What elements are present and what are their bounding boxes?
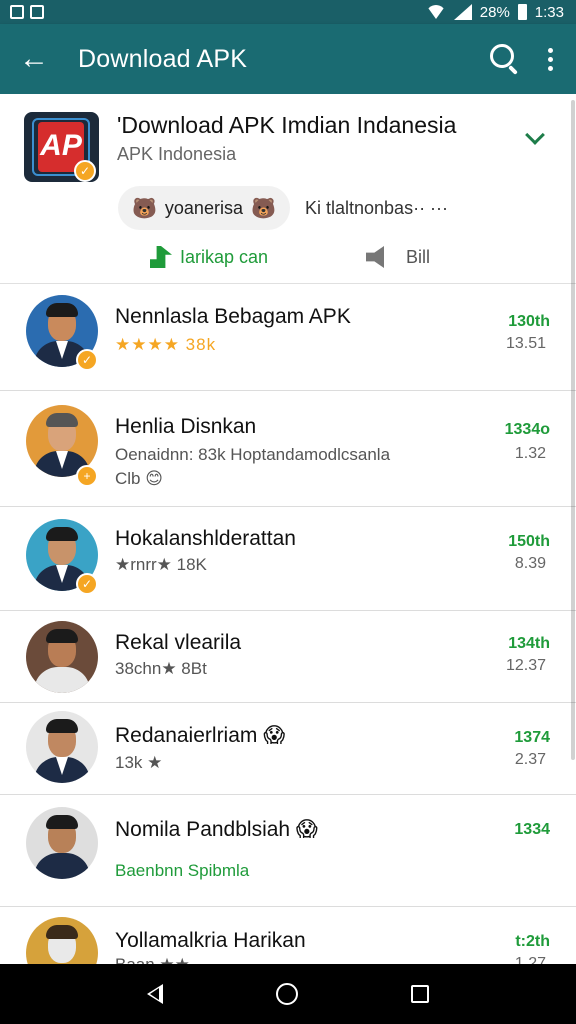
item-count: t:2th: [515, 933, 550, 950]
item-count: 130th: [508, 313, 550, 330]
volume-label: Bill: [406, 246, 431, 267]
list-item[interactable]: Nomila Pandblsiah 😱 Baenbnn Spibmla 1334: [0, 795, 576, 907]
chip-label: yoanerisa: [164, 197, 243, 218]
item-size: 12.37: [505, 657, 546, 674]
wifi-icon: [425, 5, 446, 19]
app-list: ✓ Nennlasla Bebagam APK ★★★★ 38k 130th 1…: [0, 285, 576, 967]
image-icon: [30, 5, 44, 19]
overflow-menu-icon[interactable]: [540, 41, 560, 77]
item-size: 2.37: [514, 751, 546, 768]
item-count: 1334: [514, 821, 550, 838]
app-icon[interactable]: AP ✓: [24, 112, 99, 182]
avatar: [26, 621, 98, 693]
item-title: Hokalanshlderattan: [115, 527, 296, 550]
bear-icon: 🐻: [132, 197, 157, 220]
app-publisher: APK Indonesia: [117, 144, 237, 164]
list-item[interactable]: Yollamalkria Harikan Baan ★★ t:2th 1.27: [0, 907, 576, 967]
item-rating: ★rnrr★ 18K: [115, 555, 207, 574]
item-size: 1.32: [514, 445, 546, 462]
item-rating: 38chn★ 8Bt: [115, 659, 207, 678]
item-size: 8.39: [514, 555, 546, 572]
notification-icon: [10, 5, 24, 19]
app-bar: ← Download APK: [0, 24, 576, 94]
item-title: Henlia Disnkan: [115, 415, 257, 438]
nav-back-icon[interactable]: [146, 984, 163, 1004]
item-title: Yollamalkria Harikan: [115, 929, 306, 952]
volume-button[interactable]: Bill: [366, 246, 430, 268]
signal-icon: [453, 4, 472, 20]
item-count: 1334o: [504, 421, 550, 438]
chevron-down-icon[interactable]: [525, 125, 545, 145]
scrollbar[interactable]: [571, 100, 575, 760]
item-title: Nennlasla Bebagam APK: [115, 305, 351, 328]
list-item[interactable]: Rekal vlearila 38chn★ 8Bt 134th 12.37: [0, 611, 576, 703]
list-item[interactable]: + Henlia Disnkan Oenaidnn: 83k Hoptandam…: [0, 391, 576, 507]
list-item[interactable]: ✓ Hokalanshlderattan ★rnrr★ 18K 150th 8.…: [0, 507, 576, 611]
nav-recents-icon[interactable]: [411, 985, 430, 1003]
avatar: [26, 917, 98, 967]
back-arrow-icon[interactable]: ←: [16, 41, 52, 77]
bear-icon: 🐻: [250, 197, 276, 220]
clock: 1:33: [534, 3, 564, 21]
avatar: [26, 711, 98, 783]
item-count: 150th: [508, 533, 550, 550]
speaker-icon: [366, 246, 384, 268]
list-item[interactable]: Redanaierlriam 😱 13k ★ 1374 2.37: [0, 703, 576, 795]
item-count: 1374: [514, 729, 550, 746]
system-nav-bar: [0, 964, 576, 1024]
item-size: 13.51: [505, 335, 546, 352]
badge-icon: ✓: [76, 573, 98, 595]
item-count: 134th: [508, 635, 550, 652]
item-title: Rekal vlearila: [115, 631, 242, 654]
install-label: Iarikap can: [180, 246, 269, 267]
status-bar: 28% 1:33: [0, 0, 576, 24]
item-description: Oenaidnn: 83k Hoptandamodlcsanla: [115, 445, 391, 464]
badge-icon: ✓: [76, 349, 98, 371]
download-arrow-icon: [150, 246, 172, 268]
app-header-card: AP ✓ 'Download APK Imdian Indanesia APK …: [0, 94, 576, 284]
install-button[interactable]: Iarikap can: [150, 246, 268, 268]
category-chip[interactable]: 🐻 yoanerisa 🐻: [118, 186, 290, 230]
chip-secondary-text: Ki tlaltnonbas·· ···: [305, 198, 449, 218]
item-description-2: Clb 😊: [115, 469, 163, 488]
nav-home-icon[interactable]: [275, 983, 298, 1005]
item-tag: Baenbnn Spibmla: [115, 861, 250, 880]
list-item[interactable]: ✓ Nennlasla Bebagam APK ★★★★ 38k 130th 1…: [0, 285, 576, 391]
verified-badge-icon: ✓: [74, 160, 96, 182]
search-icon[interactable]: [486, 41, 522, 77]
battery-percent: 28%: [479, 3, 510, 21]
item-title: Nomila Pandblsiah 😱: [115, 818, 318, 841]
battery-icon: [517, 4, 527, 20]
page-title: Download APK: [78, 44, 248, 73]
app-name: 'Download APK Imdian Indanesia: [117, 112, 457, 138]
item-rating: 13k ★: [115, 753, 163, 772]
avatar: [26, 807, 98, 879]
badge-icon: +: [76, 465, 98, 487]
item-title: Redanaierlriam 😱: [115, 724, 286, 747]
item-rating: ★★★★ 38k: [115, 335, 217, 354]
